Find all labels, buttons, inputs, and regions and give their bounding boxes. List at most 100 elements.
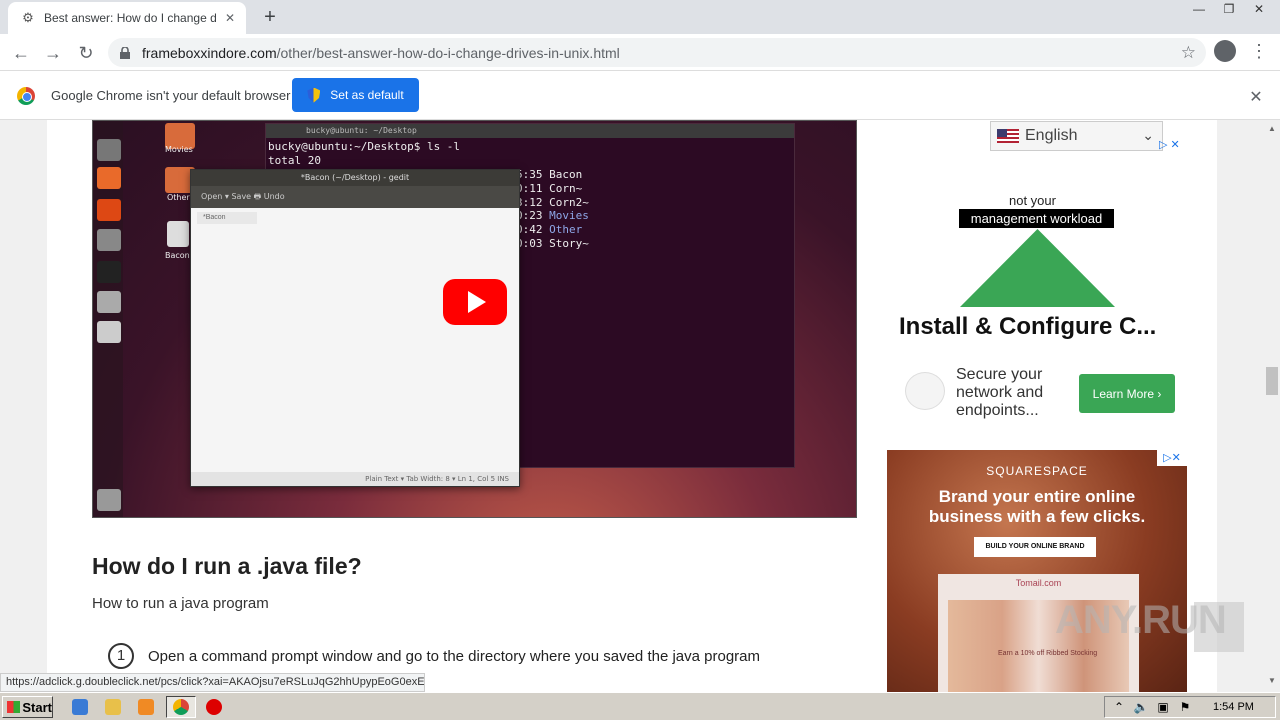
- section-intro: How to run a java program: [92, 595, 269, 612]
- file-time: 5:35: [516, 168, 550, 181]
- terminal-title: bucky@ubuntu: ~/Desktop: [266, 124, 794, 138]
- terminal-file-row: 0:03 Story~: [516, 237, 589, 251]
- ad-title[interactable]: Install & Configure C...: [899, 313, 1156, 341]
- file-name: Corn2~: [549, 195, 589, 209]
- play-icon: [468, 291, 486, 313]
- infobar-close-icon[interactable]: ✕: [1248, 87, 1264, 107]
- file-name: Bacon: [549, 168, 583, 181]
- ad-subtitle: Secure your network and endpoints...: [956, 366, 1044, 419]
- youtube-play-button[interactable]: [443, 279, 507, 325]
- squarespace-ad[interactable]: ▷✕ SQUARESPACE Brand your entire online …: [887, 450, 1187, 692]
- settings-icon: [97, 229, 121, 251]
- youtube-video-embed[interactable]: Movies Other Bacon bucky@ubuntu: ~/Deskt…: [92, 120, 857, 518]
- browser-toolbar: ← → ↻ frameboxxindore.com /other/best-an…: [0, 34, 1280, 71]
- set-as-default-label: Set as default: [330, 88, 404, 102]
- ad-card-brand: Tomail.com: [1015, 578, 1062, 588]
- browser-tab[interactable]: ⚙ Best answer: How do I change drive ✕: [8, 2, 246, 34]
- file-time: 0:23: [516, 209, 550, 223]
- close-tab-icon[interactable]: ✕: [222, 10, 238, 26]
- terminal-output: bucky@ubuntu:~/Desktop$ ls -l total 20: [268, 140, 461, 167]
- start-label: Start: [22, 699, 52, 715]
- scroll-up-icon[interactable]: ▲: [1268, 124, 1276, 133]
- tab-title: Best answer: How do I change drive: [44, 11, 216, 25]
- reload-button[interactable]: ↻: [73, 40, 99, 66]
- language-select[interactable]: English ⌄: [990, 121, 1163, 151]
- set-as-default-button[interactable]: Set as default: [292, 78, 419, 112]
- file-name: Corn~: [549, 181, 583, 195]
- adchoices-icon[interactable]: ▷ ✕: [1159, 138, 1180, 151]
- network-icon[interactable]: ▣: [1155, 700, 1171, 714]
- learn-more-button[interactable]: Learn More ›: [1079, 374, 1175, 413]
- new-tab-button[interactable]: +: [258, 6, 282, 30]
- anyrun-watermark: ANY.RUN: [1055, 598, 1227, 642]
- file-name: Story~: [549, 236, 589, 250]
- ad-headline: Brand your entire online business with a…: [887, 487, 1187, 527]
- page-content: Movies Other Bacon bucky@ubuntu: ~/Deskt…: [47, 120, 1217, 692]
- chrome-taskbar-icon: [173, 699, 189, 715]
- files-icon: [97, 139, 121, 161]
- scrollbar-thumb[interactable]: [1266, 367, 1278, 395]
- gedit-status: Plain Text ▾ Tab Width: 8 ▾ Ln 1, Col 5 …: [191, 472, 519, 486]
- terminal-file-row: 5:35 Bacon: [516, 168, 589, 182]
- terminal-file-row: 3:12 Corn2~: [516, 196, 589, 210]
- flag-icon[interactable]: ⚑: [1177, 700, 1193, 714]
- section-heading: How do I run a .java file?: [92, 553, 362, 579]
- close-window-button[interactable]: ✕: [1244, 0, 1274, 18]
- default-browser-infobar: Google Chrome isn't your default browser…: [0, 71, 1280, 120]
- chrome-logo-icon: [17, 87, 35, 105]
- ad-headline-line: business with a few clicks.: [928, 507, 1146, 526]
- terminal-file-row: 0:42 Other: [516, 223, 589, 237]
- terminal-icon: [97, 261, 121, 283]
- gedit-toolbar: Open ▾ Save 🖶 Undo: [191, 186, 519, 208]
- windows-logo-icon: [7, 701, 21, 713]
- build-brand-button[interactable]: BUILD YOUR ONLINE BRAND: [974, 537, 1096, 557]
- url-host: frameboxxindore.com: [142, 44, 277, 61]
- lock-icon[interactable]: [118, 46, 132, 60]
- tray-expand-icon[interactable]: ⌃: [1111, 700, 1127, 714]
- url-path: /other/best-answer-how-do-i-change-drive…: [276, 44, 620, 61]
- bacon-file-icon: [167, 221, 189, 247]
- uac-shield-icon: [307, 87, 321, 103]
- ubuntu-launcher: [93, 121, 123, 517]
- start-button[interactable]: Start: [2, 696, 53, 718]
- ad-tagline-highlight: management workload: [959, 209, 1114, 228]
- forward-button[interactable]: →: [40, 40, 66, 66]
- minimize-button[interactable]: —: [1184, 0, 1214, 18]
- trash-icon: [97, 489, 121, 511]
- stop-icon[interactable]: [206, 699, 222, 715]
- software-center-icon: [97, 199, 121, 221]
- text-editor-icon: [97, 291, 121, 313]
- volume-icon[interactable]: 🔈: [1133, 700, 1149, 714]
- desktop-label: Bacon: [165, 251, 190, 260]
- ad-brand: SQUARESPACE: [986, 464, 1088, 478]
- desktop-label: Other: [167, 193, 190, 202]
- chevron-down-icon: ⌄: [1142, 127, 1154, 143]
- ie-icon[interactable]: [72, 699, 88, 715]
- file-time: 3:12: [516, 195, 550, 209]
- gedit-window: *Bacon (~/Desktop) - gedit Open ▾ Save 🖶…: [190, 169, 520, 487]
- us-flag-icon: [997, 129, 1019, 143]
- firefox-icon: [97, 167, 121, 189]
- file-time: 0:11: [516, 181, 550, 195]
- file-time: 0:03: [516, 236, 550, 250]
- back-button[interactable]: ←: [8, 40, 34, 66]
- ad-logo: [905, 372, 945, 410]
- file-name: Movies: [549, 209, 589, 223]
- ad-headline-line: Brand your entire online: [938, 487, 1136, 506]
- infobar-message: Google Chrome isn't your default browser: [51, 88, 291, 103]
- desktop-label: Movies: [165, 145, 193, 154]
- scroll-down-icon[interactable]: ▼: [1268, 676, 1276, 685]
- status-bar-url: https://adclick.g.doubleclick.net/pcs/cl…: [0, 673, 425, 692]
- account-avatar-icon[interactable]: [1214, 40, 1236, 62]
- explorer-icon[interactable]: [105, 699, 121, 715]
- media-player-icon[interactable]: [138, 699, 154, 715]
- gedit-title: *Bacon (~/Desktop) - gedit: [191, 170, 519, 186]
- restore-button[interactable]: ❐: [1214, 0, 1244, 18]
- page-scrollbar[interactable]: ▲ ▼: [1264, 120, 1280, 692]
- step-number: 1: [108, 643, 134, 669]
- chrome-menu-icon[interactable]: ⋮: [1250, 40, 1268, 62]
- bookmark-star-icon[interactable]: ☆: [1181, 43, 1196, 63]
- windows-taskbar: Start ⌃ 🔈 ▣ ⚑ 1:54 PM: [0, 692, 1280, 720]
- address-bar[interactable]: frameboxxindore.com /other/best-answer-h…: [108, 38, 1206, 67]
- language-label: English: [1025, 127, 1078, 144]
